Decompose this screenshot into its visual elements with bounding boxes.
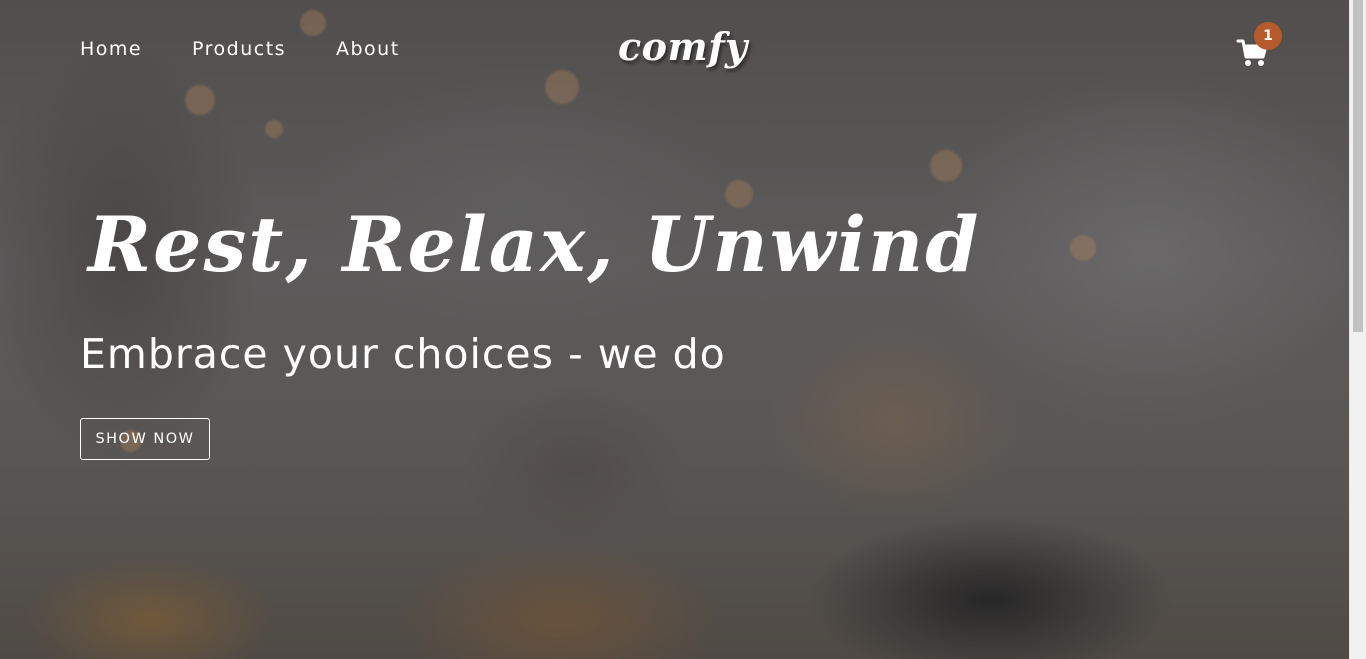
nav-link-about[interactable]: About — [336, 38, 400, 60]
hero-subtitle: Embrace your choices - we do — [80, 330, 726, 378]
nav-link-products[interactable]: Products — [192, 38, 286, 60]
scrollbar-thumb[interactable] — [1353, 0, 1363, 332]
show-now-button[interactable]: SHOW NOW — [80, 418, 210, 460]
page-scrollbar[interactable] — [1349, 0, 1366, 659]
top-navbar: Home Products About comfy 1 — [0, 0, 1349, 100]
brand-logo[interactable]: comfy — [618, 24, 748, 69]
hero-title: Rest, Relax, Unwind — [88, 200, 981, 289]
hero-section: Home Products About comfy 1 Rest, Relax,… — [0, 0, 1349, 659]
cart-count-badge: 1 — [1254, 22, 1282, 50]
nav-link-home[interactable]: Home — [80, 38, 142, 60]
